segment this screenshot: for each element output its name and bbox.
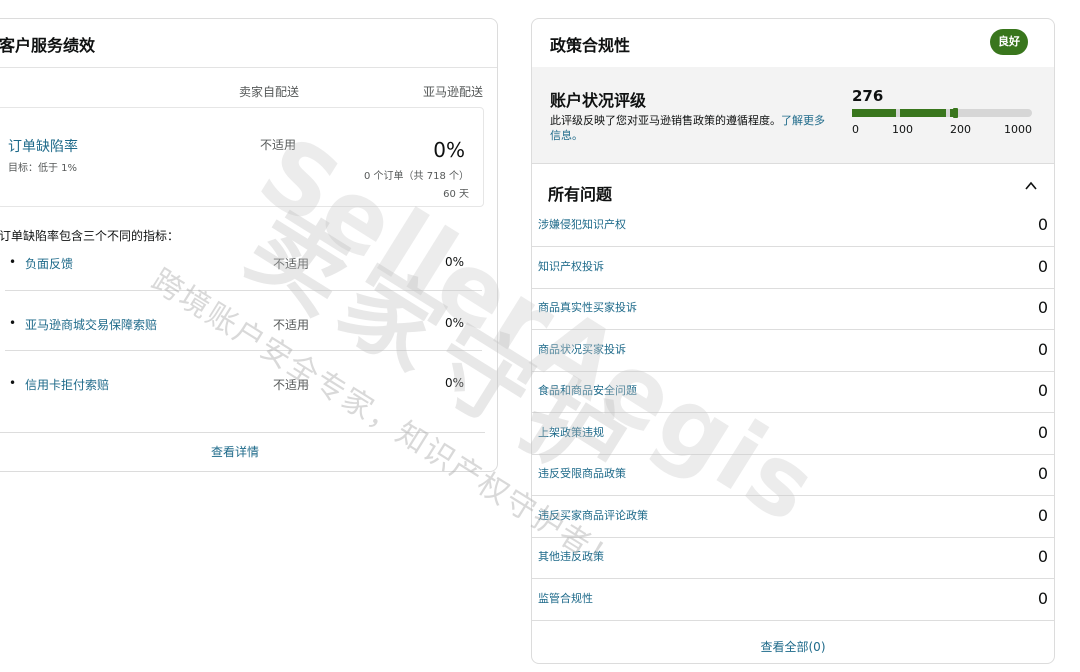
issue-count: 0 [1037, 547, 1048, 566]
metric-row: • 负面反馈 不适用 0% [0, 255, 489, 315]
footer-divider [0, 432, 485, 433]
issue-row: 其他违反政策 0 [532, 537, 1054, 579]
ahr-score-marker [952, 108, 958, 118]
chevron-up-icon[interactable] [1024, 179, 1038, 193]
bullet-icon: • [9, 255, 17, 269]
issue-count: 0 [1037, 588, 1048, 608]
metric-amazon-value: 0% [444, 316, 464, 330]
odr-period: 60 天 [443, 189, 469, 200]
row-divider [5, 290, 482, 291]
ahr-description: 此评级反映了您对亚马逊销售政策的遵循程度。了解更多信息。 [550, 113, 830, 143]
customer-service-performance-card: 客户服务绩效 卖家自配送 亚马逊配送 订单缺陷率 目标：低于 1% 不适用 0%… [0, 18, 498, 472]
issue-count: 0 [1037, 422, 1048, 442]
account-health-rating-section: 账户状况评级 此评级反映了您对亚马逊销售政策的遵循程度。了解更多信息。 276 … [532, 67, 1054, 164]
view-details-link[interactable]: 查看详情 [211, 443, 259, 460]
odr-description: 订单缺陷率包含三个不同的指标： [0, 229, 180, 243]
view-all-link[interactable]: 查看全部(0) [532, 638, 1054, 655]
issue-row: 商品状况买家投诉 0 [532, 330, 1054, 372]
issue-link[interactable]: 商品状况买家投诉 [538, 341, 626, 357]
bullet-icon: • [9, 376, 17, 390]
odr-seller-value: 不适用 [260, 138, 297, 152]
metric-seller-value: 不适用 [273, 378, 310, 392]
issue-count: 0 [1037, 381, 1048, 400]
metric-row: • 亚马逊商城交易保障索赔 不适用 0% [0, 316, 489, 376]
metric-row: • 信用卡拒付索赔 不适用 0% [0, 376, 489, 436]
order-defect-rate-link[interactable]: 订单缺陷率 [8, 136, 78, 156]
order-defect-rate-box: 订单缺陷率 目标：低于 1% 不适用 0% 0 个订单（共 718 个） 60 … [0, 107, 484, 207]
metric-link-negative-feedback[interactable]: 负面反馈 [25, 255, 73, 272]
card-title: 客户服务绩效 [0, 36, 96, 55]
row-divider [5, 350, 482, 351]
issue-link[interactable]: 上架政策违规 [538, 424, 604, 440]
ahr-progress-bar [852, 108, 1032, 118]
issue-link[interactable]: 违反受限商品政策 [538, 465, 626, 481]
issue-link[interactable]: 其他违反政策 [538, 548, 604, 564]
issue-row: 涉嫌侵犯知识产权 0 [532, 205, 1054, 247]
issue-link[interactable]: 商品真实性买家投诉 [538, 299, 637, 315]
issue-row: 食品和商品安全问题 0 [532, 371, 1054, 413]
issue-link[interactable]: 知识产权投诉 [538, 258, 604, 274]
odr-amazon-value: 0% [433, 138, 465, 162]
issue-row: 违反买家商品评论政策 0 [532, 496, 1054, 538]
card-header: 客户服务绩效 [0, 19, 497, 68]
column-header-amazon-fulfilled: 亚马逊配送 [422, 85, 483, 99]
issue-count: 0 [1037, 464, 1048, 483]
issue-row: 知识产权投诉 0 [532, 247, 1054, 289]
issue-count: 0 [1037, 505, 1048, 525]
metric-link-chargeback-claims[interactable]: 信用卡拒付索赔 [25, 376, 109, 393]
status-badge: 良好 [990, 29, 1028, 55]
issue-count: 0 [1037, 339, 1048, 359]
policy-compliance-card: 政策合规性 良好 账户状况评级 此评级反映了您对亚马逊销售政策的遵循程度。了解更… [531, 18, 1055, 664]
card-header: 政策合规性 良好 [532, 19, 1054, 68]
odr-order-count: 0 个订单（共 718 个） [364, 171, 469, 182]
issue-count: 0 [1037, 298, 1048, 317]
issue-link[interactable]: 涉嫌侵犯知识产权 [538, 216, 626, 232]
ahr-description-text: 此评级反映了您对亚马逊销售政策的遵循程度。 [550, 114, 781, 127]
metric-seller-value: 不适用 [273, 257, 310, 271]
issue-count: 0 [1037, 256, 1048, 276]
issue-row: 商品真实性买家投诉 0 [532, 288, 1054, 330]
issue-link[interactable]: 违反买家商品评论政策 [538, 507, 648, 523]
ahr-title: 账户状况评级 [550, 91, 647, 110]
metric-amazon-value: 0% [444, 376, 464, 390]
issue-row: 违反受限商品政策 0 [532, 454, 1054, 496]
issue-link[interactable]: 监管合规性 [538, 590, 593, 606]
ahr-tick: 200 [950, 123, 971, 136]
metric-seller-value: 不适用 [273, 318, 310, 332]
ahr-progress-fill [852, 109, 958, 117]
ahr-score: 276 [852, 87, 884, 105]
issue-link[interactable]: 食品和商品安全问题 [538, 382, 637, 398]
all-issues-title: 所有问题 [548, 185, 613, 204]
order-defect-rate-target: 目标：低于 1% [8, 163, 78, 174]
column-header-seller-fulfilled: 卖家自配送 [239, 85, 300, 99]
issue-row: 监管合规性 0 [532, 579, 1054, 621]
bullet-icon: • [9, 316, 17, 330]
ahr-tick: 1000 [1004, 123, 1032, 136]
metric-amazon-value: 0% [444, 255, 464, 269]
ahr-tick: 0 [852, 123, 859, 136]
issue-row: 上架政策违规 0 [532, 413, 1054, 455]
issue-count: 0 [1037, 215, 1048, 234]
metric-link-a-to-z-claims[interactable]: 亚马逊商城交易保障索赔 [25, 316, 157, 333]
card-title: 政策合规性 [550, 36, 631, 55]
ahr-tick: 100 [892, 123, 913, 136]
